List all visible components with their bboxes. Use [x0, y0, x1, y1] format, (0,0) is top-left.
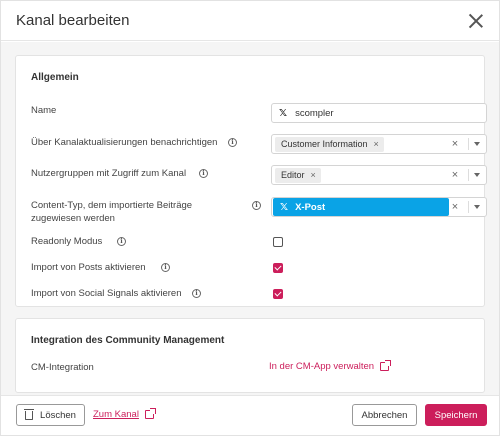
content-type-value: X-Post	[295, 201, 326, 213]
import-signals-label: Import von Social Signals aktivieren	[31, 288, 182, 299]
dialog-header: Kanal bearbeiten	[1, 1, 499, 41]
x-logo-icon: 𝕏	[279, 107, 288, 119]
readonly-checkbox[interactable]	[273, 237, 283, 247]
dialog-title: Kanal bearbeiten	[16, 12, 130, 29]
close-icon[interactable]	[467, 12, 485, 30]
chevron-down-icon[interactable]	[474, 142, 480, 146]
name-label: Name	[31, 105, 57, 116]
groups-row: Nutzergruppen mit Zugriff zum Kanal i Ed…	[31, 165, 487, 185]
import-posts-label: Import von Posts aktivieren	[31, 262, 146, 273]
delete-label: Löschen	[40, 409, 76, 421]
delete-button[interactable]: Löschen	[16, 404, 85, 426]
name-value: scompler	[295, 107, 334, 119]
content-type-label: Content-Typ, dem importierte Beiträge zu…	[31, 199, 192, 225]
general-section: Allgemein Name 𝕏 scompler Über Kanalaktu…	[15, 55, 487, 307]
remove-tag-icon[interactable]: ×	[311, 170, 316, 180]
dialog-footer: Löschen Zum Kanal Abbrechen Speichern	[1, 395, 499, 435]
notify-label: Über Kanalaktualisierungen benachrichtig…	[31, 137, 218, 148]
general-heading: Allgemein	[31, 72, 79, 83]
notify-row: Über Kanalaktualisierungen benachrichtig…	[31, 134, 487, 154]
clear-icon[interactable]: ×	[449, 138, 461, 150]
remove-tag-icon[interactable]: ×	[374, 139, 379, 149]
external-link-icon	[380, 360, 392, 371]
info-icon[interactable]: i	[228, 138, 237, 147]
select-controls: ×	[449, 166, 486, 184]
groups-label: Nutzergruppen mit Zugriff zum Kanal	[31, 168, 187, 179]
readonly-label: Readonly Modus	[31, 236, 103, 247]
info-icon[interactable]: i	[161, 263, 170, 272]
x-logo-icon: 𝕏	[280, 201, 289, 213]
divider	[468, 138, 469, 150]
name-row: Name 𝕏 scompler	[31, 103, 487, 123]
cm-app-link-label: In der CM-App verwalten	[269, 361, 375, 372]
to-channel-link[interactable]: Zum Kanal	[93, 408, 156, 420]
community-heading: Integration des Community Management	[31, 335, 225, 346]
info-icon[interactable]: i	[117, 237, 126, 246]
chevron-down-icon[interactable]	[474, 205, 480, 209]
content-type-row: Content-Typ, dem importierte Beiträge zu…	[31, 197, 487, 227]
select-controls: ×	[449, 198, 486, 216]
groups-select[interactable]: Editor × ×	[271, 165, 487, 185]
info-icon[interactable]: i	[252, 201, 261, 210]
cm-label: CM-Integration	[31, 362, 94, 373]
import-signals-checkbox[interactable]	[273, 289, 283, 299]
save-button[interactable]: Speichern	[425, 404, 487, 426]
import-signals-row: Import von Social Signals aktivieren i	[31, 287, 470, 301]
info-icon[interactable]: i	[192, 289, 201, 298]
cancel-button[interactable]: Abbrechen	[352, 404, 417, 426]
readonly-row: Readonly Modus i	[31, 235, 470, 249]
edit-channel-dialog: Kanal bearbeiten Allgemein Name 𝕏 scompl…	[0, 0, 500, 436]
external-link-icon	[144, 408, 156, 419]
notify-tag-label: Customer Information	[281, 139, 368, 149]
cm-row: CM-Integration In der CM-App verwalten	[31, 360, 470, 375]
notify-select[interactable]: Customer Information × ×	[271, 134, 487, 154]
select-controls: ×	[449, 135, 486, 153]
chevron-down-icon[interactable]	[474, 173, 480, 177]
content-type-chip: 𝕏 X-Post	[273, 198, 449, 216]
trash-icon	[24, 408, 35, 420]
content-type-label-line1: Content-Typ, dem importierte Beiträge	[31, 200, 193, 211]
divider	[468, 169, 469, 181]
cm-app-link[interactable]: In der CM-App verwalten	[269, 360, 392, 372]
to-channel-label: Zum Kanal	[93, 409, 139, 420]
divider	[468, 201, 469, 213]
notify-tag: Customer Information ×	[275, 136, 384, 152]
info-icon[interactable]: i	[199, 169, 208, 178]
groups-tag: Editor ×	[275, 167, 321, 183]
clear-icon[interactable]: ×	[449, 169, 461, 181]
import-posts-checkbox[interactable]	[273, 263, 283, 273]
community-section: Integration des Community Management CM-…	[15, 318, 485, 393]
import-posts-row: Import von Posts aktivieren i	[31, 261, 470, 275]
name-input[interactable]: 𝕏 scompler	[271, 103, 487, 123]
groups-tag-label: Editor	[281, 170, 305, 180]
content-type-label-line2: zugewiesen werden	[31, 213, 115, 224]
clear-icon[interactable]: ×	[449, 201, 461, 213]
dialog-body: Allgemein Name 𝕏 scompler Über Kanalaktu…	[1, 42, 499, 395]
content-type-select[interactable]: 𝕏 X-Post ×	[271, 197, 487, 217]
